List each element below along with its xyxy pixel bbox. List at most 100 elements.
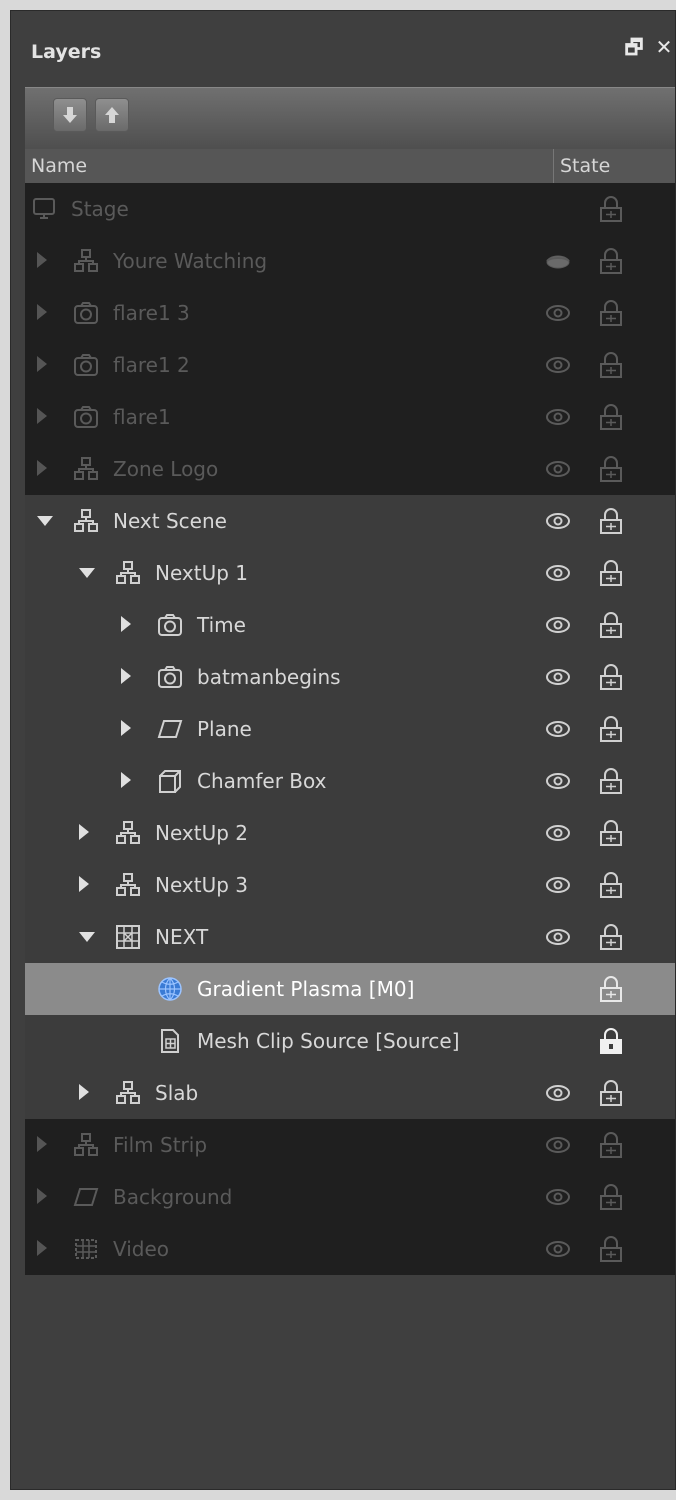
eye-hidden-icon[interactable] bbox=[545, 250, 571, 272]
expand-triangle-icon[interactable] bbox=[79, 824, 89, 840]
expand-triangle-icon[interactable] bbox=[37, 304, 47, 320]
layer-row[interactable]: flare1 2 bbox=[25, 339, 675, 391]
layer-row[interactable]: Chamfer Box bbox=[25, 755, 675, 807]
layer-row[interactable]: Mesh Clip Source [Source] bbox=[25, 1015, 675, 1067]
layer-row[interactable]: Film Strip bbox=[25, 1119, 675, 1171]
eye-icon[interactable] bbox=[545, 510, 571, 532]
eye-icon[interactable] bbox=[545, 718, 571, 740]
group-icon bbox=[73, 1132, 99, 1158]
group-icon bbox=[73, 248, 99, 274]
expand-triangle-icon[interactable] bbox=[121, 772, 131, 788]
layer-row[interactable]: batmanbegins bbox=[25, 651, 675, 703]
lock-closed-icon[interactable] bbox=[599, 1027, 623, 1055]
lock-open-icon[interactable] bbox=[599, 299, 623, 327]
lock-open-icon[interactable] bbox=[599, 1131, 623, 1159]
eye-icon[interactable] bbox=[545, 1186, 571, 1208]
collapse-triangle-icon[interactable] bbox=[79, 932, 95, 942]
layer-row[interactable]: Next Scene bbox=[25, 495, 675, 547]
layer-row[interactable]: Plane bbox=[25, 703, 675, 755]
eye-icon[interactable] bbox=[545, 1082, 571, 1104]
camera-icon bbox=[157, 664, 183, 690]
name-column-header[interactable]: Name bbox=[31, 155, 87, 177]
eye-icon[interactable] bbox=[545, 458, 571, 480]
lock-open-icon[interactable] bbox=[599, 663, 623, 691]
lock-open-icon[interactable] bbox=[599, 247, 623, 275]
group-icon bbox=[115, 1080, 141, 1106]
lock-open-icon[interactable] bbox=[599, 767, 623, 795]
eye-icon[interactable] bbox=[545, 1238, 571, 1260]
eye-icon[interactable] bbox=[545, 562, 571, 584]
layer-label: Plane bbox=[197, 717, 252, 741]
group-icon bbox=[115, 820, 141, 846]
group-icon bbox=[73, 508, 99, 534]
expand-triangle-icon[interactable] bbox=[37, 460, 47, 476]
layer-row[interactable]: Gradient Plasma [M0] bbox=[25, 963, 675, 1015]
expand-triangle-icon[interactable] bbox=[37, 252, 47, 268]
eye-icon[interactable] bbox=[545, 406, 571, 428]
lock-open-icon[interactable] bbox=[599, 1235, 623, 1263]
move-down-button[interactable] bbox=[53, 98, 87, 132]
lock-open-icon[interactable] bbox=[599, 559, 623, 587]
plane-icon bbox=[73, 1184, 99, 1210]
expand-triangle-icon[interactable] bbox=[121, 668, 131, 684]
state-column-header[interactable]: State bbox=[553, 149, 610, 183]
lock-open-icon[interactable] bbox=[599, 1079, 623, 1107]
layer-row[interactable]: NEXT bbox=[25, 911, 675, 963]
eye-icon[interactable] bbox=[545, 614, 571, 636]
lock-open-icon[interactable] bbox=[599, 923, 623, 951]
lock-open-icon[interactable] bbox=[599, 195, 623, 223]
layer-row[interactable]: Video bbox=[25, 1223, 675, 1275]
lock-open-icon[interactable] bbox=[599, 403, 623, 431]
eye-icon[interactable] bbox=[545, 354, 571, 376]
layer-label: Time bbox=[197, 613, 246, 637]
mesh-icon bbox=[115, 924, 141, 950]
layer-row[interactable]: flare1 3 bbox=[25, 287, 675, 339]
expand-triangle-icon[interactable] bbox=[37, 1136, 47, 1152]
layer-row[interactable]: NextUp 3 bbox=[25, 859, 675, 911]
lock-open-icon[interactable] bbox=[599, 455, 623, 483]
layer-row[interactable]: flare1 bbox=[25, 391, 675, 443]
lock-open-icon[interactable] bbox=[599, 819, 623, 847]
expand-triangle-icon[interactable] bbox=[121, 616, 131, 632]
layer-label: NextUp 3 bbox=[155, 873, 249, 897]
expand-triangle-icon[interactable] bbox=[121, 720, 131, 736]
lock-open-icon[interactable] bbox=[599, 507, 623, 535]
eye-icon[interactable] bbox=[545, 874, 571, 896]
layer-label: Video bbox=[113, 1237, 170, 1261]
expand-triangle-icon[interactable] bbox=[37, 356, 47, 372]
layer-row[interactable]: Stage bbox=[25, 183, 675, 235]
layer-label: batmanbegins bbox=[197, 665, 341, 689]
lock-open-icon[interactable] bbox=[599, 1183, 623, 1211]
eye-icon[interactable] bbox=[545, 666, 571, 688]
layer-label: Gradient Plasma [M0] bbox=[197, 977, 415, 1001]
lock-open-icon[interactable] bbox=[599, 975, 623, 1003]
layer-row[interactable]: Zone Logo bbox=[25, 443, 675, 495]
eye-icon[interactable] bbox=[545, 302, 571, 324]
eye-icon[interactable] bbox=[545, 1134, 571, 1156]
layer-row[interactable]: Youre Watching bbox=[25, 235, 675, 287]
layer-row[interactable]: NextUp 1 bbox=[25, 547, 675, 599]
eye-icon[interactable] bbox=[545, 770, 571, 792]
move-up-button[interactable] bbox=[95, 98, 129, 132]
collapse-triangle-icon[interactable] bbox=[79, 568, 95, 578]
layers-toolbar bbox=[25, 87, 675, 150]
eye-icon[interactable] bbox=[545, 926, 571, 948]
layer-row[interactable]: Background bbox=[25, 1171, 675, 1223]
layer-row[interactable]: NextUp 2 bbox=[25, 807, 675, 859]
camera-icon bbox=[73, 300, 99, 326]
lock-open-icon[interactable] bbox=[599, 715, 623, 743]
expand-triangle-icon[interactable] bbox=[37, 408, 47, 424]
expand-triangle-icon[interactable] bbox=[37, 1188, 47, 1204]
expand-triangle-icon[interactable] bbox=[79, 1084, 89, 1100]
float-window-icon[interactable]: 🗗 bbox=[623, 35, 645, 59]
layer-row[interactable]: Slab bbox=[25, 1067, 675, 1119]
eye-icon[interactable] bbox=[545, 822, 571, 844]
lock-open-icon[interactable] bbox=[599, 611, 623, 639]
expand-triangle-icon[interactable] bbox=[37, 1240, 47, 1256]
lock-open-icon[interactable] bbox=[599, 871, 623, 899]
close-icon[interactable]: ✕ bbox=[653, 35, 675, 59]
layer-row[interactable]: Time bbox=[25, 599, 675, 651]
collapse-triangle-icon[interactable] bbox=[37, 516, 53, 526]
expand-triangle-icon[interactable] bbox=[79, 876, 89, 892]
lock-open-icon[interactable] bbox=[599, 351, 623, 379]
